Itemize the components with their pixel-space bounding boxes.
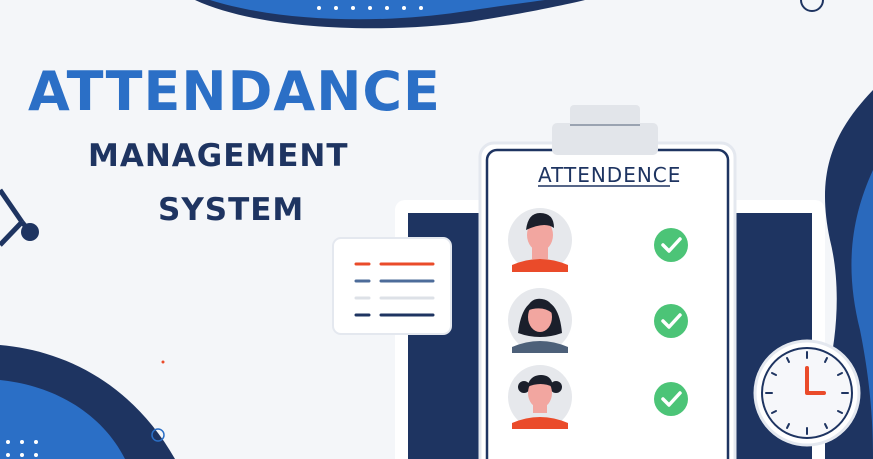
- avatar-woman-pigtails: [508, 365, 572, 429]
- clipboard-title: ATTENDENCE: [538, 163, 682, 187]
- headline-line2: SYSTEM: [158, 192, 305, 228]
- avatar-man: [508, 208, 572, 272]
- ring-icon: [800, 0, 824, 12]
- headline-line1: MANAGEMENT: [88, 138, 349, 174]
- molecule-icon: [0, 188, 39, 247]
- list-icon: [332, 237, 452, 335]
- checkmark-icon: [654, 228, 688, 262]
- clock-icon: [753, 339, 861, 447]
- checkmark-icon: [654, 304, 688, 338]
- checkmark-icon: [654, 382, 688, 416]
